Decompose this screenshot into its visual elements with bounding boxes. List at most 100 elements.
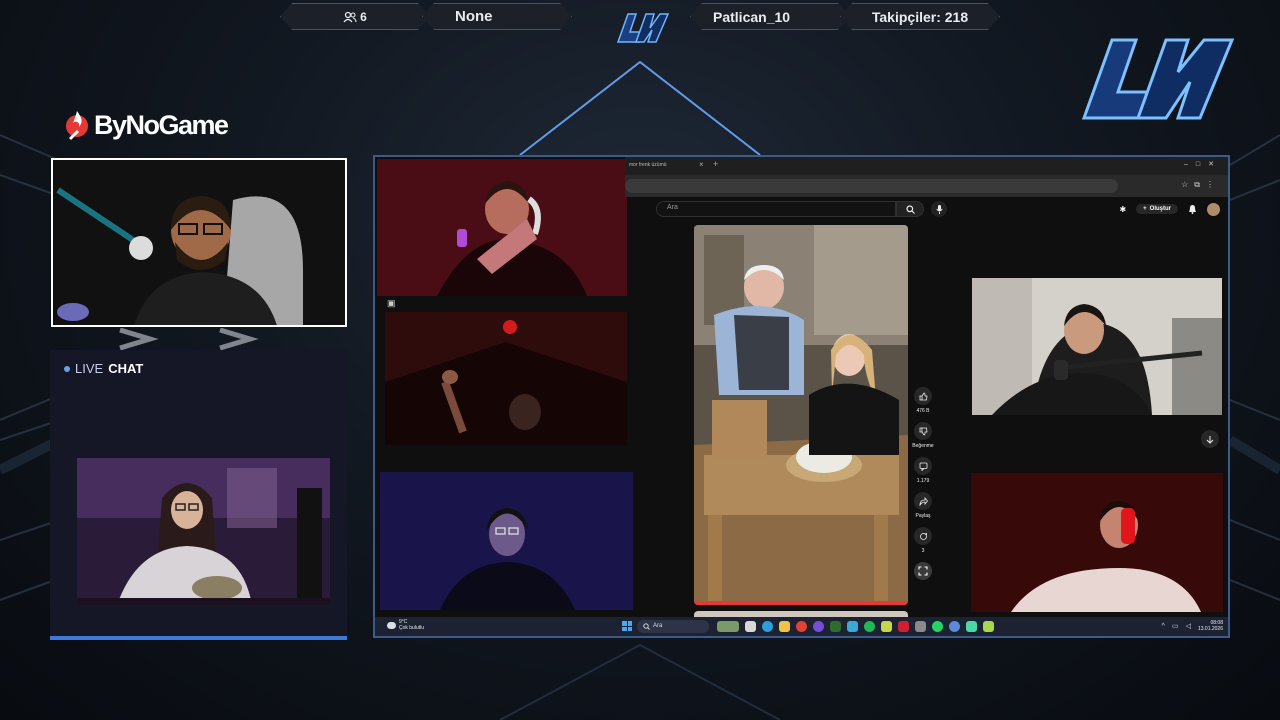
share-icon: [919, 496, 928, 506]
fullscreen-action[interactable]: [908, 562, 938, 580]
close-tab-button[interactable]: ×: [699, 160, 704, 169]
bell-icon[interactable]: [1188, 204, 1197, 214]
share-action[interactable]: Paylaş: [908, 492, 938, 519]
share-label: Paylaş: [915, 513, 931, 519]
search-icon: [905, 204, 915, 214]
cloud-icon: [387, 621, 396, 629]
mic-icon: [935, 204, 943, 214]
start-button[interactable]: [622, 621, 632, 631]
remix-count: 3: [921, 548, 925, 554]
guest-webcam-4: [972, 278, 1222, 415]
whatsapp-icon[interactable]: [932, 621, 943, 632]
screen-share: ▣ mor frenk üzümü × + –□✕ ☆⧉⋮ Ara ✱ + Ol…: [373, 155, 1230, 638]
like-count: 476 B: [916, 408, 930, 414]
clock-date: 13.01.2026: [1197, 626, 1223, 632]
app-icon[interactable]: [915, 621, 926, 632]
network-icon[interactable]: ▭: [1172, 622, 1179, 630]
channel-logo-large: [1081, 38, 1235, 120]
next-video-button[interactable]: [1201, 430, 1219, 448]
calendar-icon: ▣: [387, 298, 396, 308]
current-game-label: None: [455, 8, 493, 25]
comment-icon: [919, 462, 927, 471]
app-icon[interactable]: [847, 621, 858, 632]
sparkle-icon[interactable]: ✱: [1119, 205, 1126, 214]
app-icon[interactable]: [898, 621, 909, 632]
channel-logo-small: [616, 13, 670, 43]
follower-count-label: Takipçiler: 218: [871, 8, 969, 25]
short-actions: 476 B Beğenme 1.179 Paylaş 3: [908, 387, 938, 588]
windows-taskbar: 9°C Çok bulutlu Ara ^ ▭ ◁ 08:08 13.01.20…: [375, 617, 1228, 636]
decorative-chevrons: [119, 328, 259, 350]
youtube-header-actions: ✱ + Oluştur: [1119, 201, 1220, 217]
follower-count: Takipçiler: 218: [840, 3, 1000, 30]
app-icon[interactable]: [830, 621, 841, 632]
clock[interactable]: 08:08 13.01.2026: [1198, 620, 1223, 632]
explorer-icon[interactable]: [779, 621, 790, 632]
youtube-search-input[interactable]: Ara: [656, 201, 896, 217]
arrow-down-icon: [1206, 435, 1214, 444]
weather-widget[interactable]: 9°C Çok bulutlu: [387, 619, 424, 631]
app-icon[interactable]: [983, 621, 994, 632]
guest-webcam-1: [377, 159, 627, 296]
app-icon[interactable]: [881, 621, 892, 632]
task-view-icon[interactable]: [745, 621, 756, 632]
viewer-count: 6: [280, 3, 430, 30]
comments-action[interactable]: 1.179: [908, 457, 938, 484]
dislike-action[interactable]: Beğenme: [908, 422, 938, 449]
users-icon: [343, 11, 357, 23]
current-game: None: [422, 3, 572, 30]
sponsor-logo: ByNoGame: [64, 109, 229, 141]
live-indicator-icon: [64, 365, 70, 372]
landscape-widget-icon[interactable]: [717, 621, 739, 632]
remix-icon: [919, 532, 927, 540]
system-tray: ^ ▭ ◁ 08:08 13.01.2026: [1162, 620, 1223, 632]
app-icon[interactable]: [813, 621, 824, 632]
weather-desc: Çok bulutlu: [399, 625, 425, 631]
search-placeholder: Ara: [667, 204, 678, 211]
search-icon: [643, 623, 650, 630]
app-icon[interactable]: [949, 621, 960, 632]
remix-action[interactable]: 3: [908, 527, 938, 554]
live-chat-panel: LIVE CHAT: [50, 350, 347, 640]
guest-webcam-5: [971, 473, 1223, 612]
live-chat-title: LIVE CHAT: [64, 361, 143, 376]
taskbar-search-label: Ara: [653, 623, 663, 629]
viewer-count-value: 6: [360, 9, 367, 24]
create-label: Oluştur: [1149, 206, 1171, 212]
youtube-short-video[interactable]: [694, 225, 908, 605]
live-label: LIVE: [75, 361, 104, 376]
thumbs-up-icon: [919, 392, 927, 400]
spotify-icon[interactable]: [864, 621, 875, 632]
browser-address-bar: ☆⧉⋮: [625, 175, 1228, 197]
dislike-label: Beğenme: [912, 443, 934, 449]
plus-icon: +: [1143, 206, 1147, 212]
volume-icon[interactable]: ◁: [1186, 622, 1191, 630]
chevron-up-icon[interactable]: ^: [1162, 623, 1165, 630]
taskbar-apps: [717, 621, 994, 632]
browser-toolbar-icons[interactable]: ☆⧉⋮: [1181, 180, 1220, 190]
taskbar-search[interactable]: Ara: [637, 620, 709, 633]
youtube-search-button[interactable]: [896, 201, 924, 217]
voice-search-button[interactable]: [931, 201, 947, 217]
create-button[interactable]: + Oluştur: [1136, 204, 1178, 214]
streamer-name: Patlican_10: [690, 3, 850, 30]
app-icon[interactable]: [966, 621, 977, 632]
window-controls[interactable]: –□✕: [1184, 160, 1222, 168]
comment-count: 1.179: [916, 478, 930, 484]
browser-tab-title[interactable]: mor frenk üzümü: [629, 162, 667, 168]
guest-webcam-chat: [77, 458, 330, 605]
browser-tab-bar: mor frenk üzümü × + –□✕: [625, 157, 1228, 175]
avatar[interactable]: [1207, 202, 1220, 216]
chat-label: CHAT: [108, 361, 144, 376]
like-action[interactable]: 476 B: [908, 387, 938, 414]
chat-accent-bar: [50, 636, 347, 640]
new-tab-button[interactable]: +: [713, 159, 718, 169]
guest-webcam-2: [385, 312, 627, 445]
url-field[interactable]: [625, 179, 1118, 193]
chrome-icon[interactable]: [796, 621, 807, 632]
flame-icon: [66, 111, 88, 141]
sponsor-name: ByNoGame: [94, 109, 229, 140]
streamer-webcam: [51, 158, 347, 327]
edge-icon[interactable]: [762, 621, 773, 632]
thumbs-down-icon: [919, 427, 927, 435]
